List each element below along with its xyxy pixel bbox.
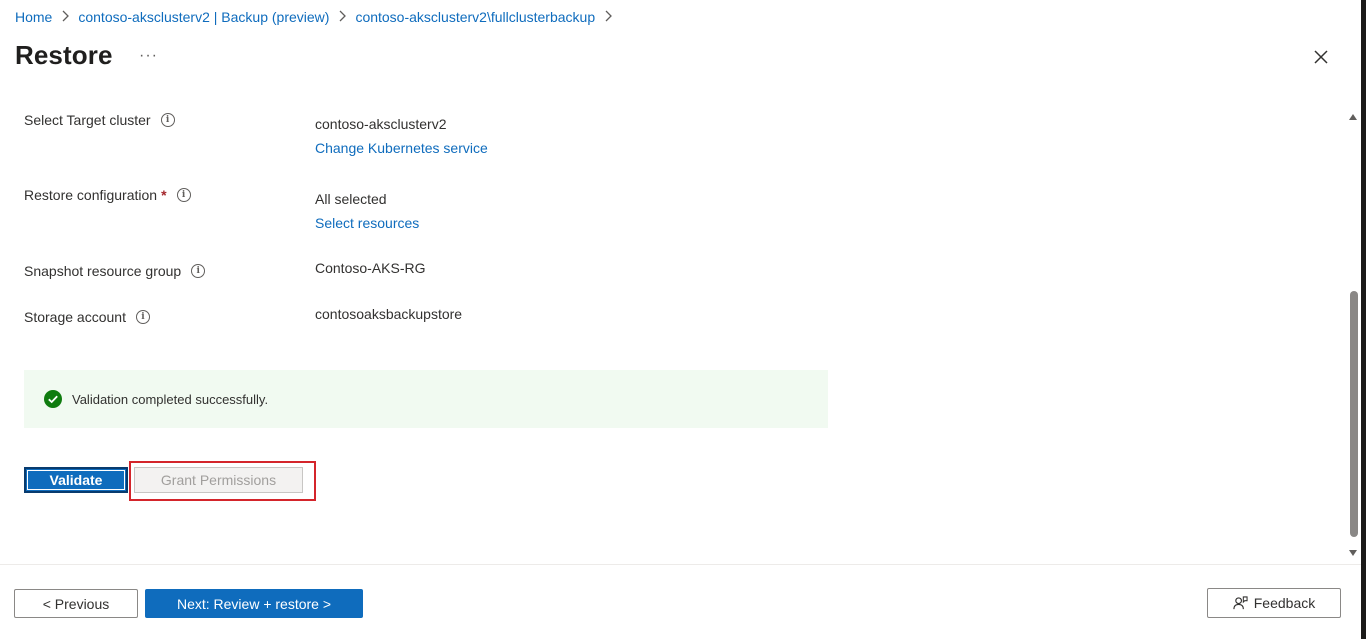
chevron-right-icon xyxy=(604,10,613,25)
storage-account-label: Storage account i xyxy=(24,309,150,325)
storage-account-label-text: Storage account xyxy=(24,309,126,325)
breadcrumb: Home contoso-aksclusterv2 | Backup (prev… xyxy=(15,9,621,25)
snapshot-resource-group-value: Contoso-AKS-RG xyxy=(315,260,426,276)
validation-banner: Validation completed successfully. xyxy=(24,370,828,428)
select-resources-link[interactable]: Select resources xyxy=(315,215,419,231)
info-icon[interactable]: i xyxy=(160,113,175,127)
feedback-button[interactable]: Feedback xyxy=(1207,588,1341,618)
change-kubernetes-service-link[interactable]: Change Kubernetes service xyxy=(315,140,488,156)
info-icon[interactable]: i xyxy=(191,264,206,278)
vertical-scrollbar[interactable] xyxy=(1346,95,1360,563)
snapshot-resource-group-row: Snapshot resource group i xyxy=(24,263,206,281)
target-cluster-label-text: Select Target cluster xyxy=(24,112,151,128)
required-indicator: * xyxy=(161,187,167,203)
restore-configuration-value: All selected xyxy=(315,191,387,207)
validate-button[interactable]: Validate xyxy=(24,467,128,493)
chevron-right-icon xyxy=(61,10,70,25)
restore-configuration-label: Restore configuration * i xyxy=(24,187,191,203)
restore-configuration-label-text: Restore configuration xyxy=(24,187,158,203)
restore-form: Select Target cluster i contoso-aksclust… xyxy=(0,95,1346,563)
info-icon[interactable]: i xyxy=(176,188,191,202)
breadcrumb-fullclusterbackup[interactable]: contoso-aksclusterv2\fullclusterbackup xyxy=(355,9,595,25)
target-cluster-row: Select Target cluster i xyxy=(24,112,175,130)
target-cluster-value: contoso-aksclusterv2 xyxy=(315,116,447,132)
storage-account-value: contosoaksbackupstore xyxy=(315,306,463,322)
scroll-up-icon[interactable] xyxy=(1348,109,1358,120)
breadcrumb-home[interactable]: Home xyxy=(15,9,52,25)
page-title: Restore xyxy=(15,40,113,70)
restore-configuration-row: Restore configuration * i xyxy=(24,187,191,205)
success-check-icon xyxy=(44,390,62,408)
scroll-down-icon[interactable] xyxy=(1348,545,1358,556)
feedback-icon xyxy=(1233,595,1248,609)
scrollbar-thumb[interactable] xyxy=(1350,291,1358,537)
target-cluster-label: Select Target cluster i xyxy=(24,112,175,128)
previous-button[interactable]: < Previous xyxy=(14,589,138,618)
snapshot-resource-group-label: Snapshot resource group i xyxy=(24,263,206,279)
feedback-label: Feedback xyxy=(1253,595,1316,611)
storage-account-row: Storage account i xyxy=(24,309,150,327)
chevron-right-icon xyxy=(338,10,347,25)
more-options-icon[interactable]: ··· xyxy=(139,47,158,65)
breadcrumb-backup[interactable]: contoso-aksclusterv2 | Backup (preview) xyxy=(78,9,329,25)
info-icon[interactable]: i xyxy=(135,310,150,324)
footer-bar: < Previous Next: Review + restore > Feed… xyxy=(0,564,1361,639)
next-review-restore-button[interactable]: Next: Review + restore > xyxy=(145,589,363,618)
restore-blade: Home contoso-aksclusterv2 | Backup (prev… xyxy=(0,0,1366,639)
window-edge xyxy=(1361,0,1366,639)
validation-message: Validation completed successfully. xyxy=(72,391,269,407)
close-icon[interactable] xyxy=(1310,46,1332,68)
snapshot-resource-group-label-text: Snapshot resource group xyxy=(24,263,182,279)
grant-permissions-button: Grant Permissions xyxy=(134,467,303,493)
